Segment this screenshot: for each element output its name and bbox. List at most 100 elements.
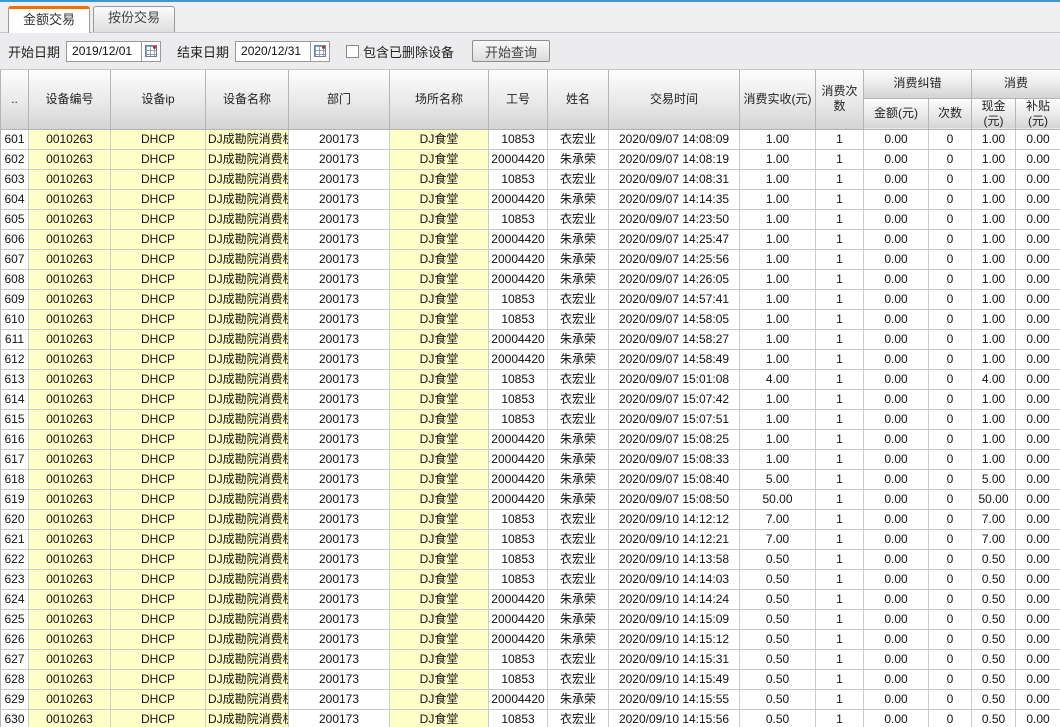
col-header-time[interactable]: 交易时间	[609, 70, 740, 129]
cell-device-no: 0010263	[29, 689, 111, 709]
table-row[interactable]: 6290010263DHCPDJ成勘院消费机200173DJ食堂20004420…	[1, 689, 1060, 709]
cell-index: 601	[1, 129, 29, 149]
cell-cash: 4.00	[972, 369, 1016, 389]
cell-correction-count: 0	[929, 349, 972, 369]
cell-emp-no: 10853	[489, 569, 548, 589]
cell-name: 衣宏业	[548, 709, 609, 727]
end-date-field: 2020/12/31	[235, 41, 330, 62]
cell-correction-amount: 0.00	[864, 529, 929, 549]
cell-count: 1	[816, 249, 864, 269]
tab-per-share-transactions[interactable]: 按份交易	[93, 6, 175, 32]
cell-device-name: DJ成勘院消费机	[206, 469, 289, 489]
table-row[interactable]: 6060010263DHCPDJ成勘院消费机200173DJ食堂20004420…	[1, 229, 1060, 249]
col-header-correction-amount[interactable]: 金额(元)	[864, 98, 929, 129]
cell-time: 2020/09/10 14:15:49	[609, 669, 740, 689]
table-row[interactable]: 6240010263DHCPDJ成勘院消费机200173DJ食堂20004420…	[1, 589, 1060, 609]
cell-time: 2020/09/07 14:23:50	[609, 209, 740, 229]
cell-cash: 5.00	[972, 469, 1016, 489]
table-row[interactable]: 6120010263DHCPDJ成勘院消费机200173DJ食堂20004420…	[1, 349, 1060, 369]
col-header-device-name[interactable]: 设备名称	[206, 70, 289, 129]
table-row[interactable]: 6200010263DHCPDJ成勘院消费机200173DJ食堂10853衣宏业…	[1, 509, 1060, 529]
table-row[interactable]: 6020010263DHCPDJ成勘院消费机200173DJ食堂20004420…	[1, 149, 1060, 169]
cell-correction-amount: 0.00	[864, 349, 929, 369]
table-row[interactable]: 6230010263DHCPDJ成勘院消费机200173DJ食堂10853衣宏业…	[1, 569, 1060, 589]
col-header-subsidy[interactable]: 补贴(元)	[1016, 98, 1060, 129]
cell-amount-received: 7.00	[740, 509, 816, 529]
cell-subsidy: 0.00	[1016, 169, 1060, 189]
table-row[interactable]: 6140010263DHCPDJ成勘院消费机200173DJ食堂10853衣宏业…	[1, 389, 1060, 409]
table-row[interactable]: 6180010263DHCPDJ成勘院消费机200173DJ食堂20004420…	[1, 469, 1060, 489]
cell-device-name: DJ成勘院消费机	[206, 269, 289, 289]
table-row[interactable]: 6210010263DHCPDJ成勘院消费机200173DJ食堂10853衣宏业…	[1, 529, 1060, 549]
table-row[interactable]: 6160010263DHCPDJ成勘院消费机200173DJ食堂20004420…	[1, 429, 1060, 449]
cell-device-name: DJ成勘院消费机	[206, 509, 289, 529]
col-header-amount-received[interactable]: 消费实收(元)	[740, 70, 816, 129]
col-header-name[interactable]: 姓名	[548, 70, 609, 129]
cell-emp-no: 10853	[489, 669, 548, 689]
cell-correction-amount: 0.00	[864, 409, 929, 429]
cell-dept: 200173	[289, 189, 390, 209]
table-row[interactable]: 6260010263DHCPDJ成勘院消费机200173DJ食堂20004420…	[1, 629, 1060, 649]
col-header-cash[interactable]: 现金(元)	[972, 98, 1016, 129]
table-row[interactable]: 6090010263DHCPDJ成勘院消费机200173DJ食堂10853衣宏业…	[1, 289, 1060, 309]
cell-correction-count: 0	[929, 129, 972, 149]
cell-subsidy: 0.00	[1016, 349, 1060, 369]
cell-device-no: 0010263	[29, 129, 111, 149]
cell-dept: 200173	[289, 229, 390, 249]
table-row[interactable]: 6150010263DHCPDJ成勘院消费机200173DJ食堂10853衣宏业…	[1, 409, 1060, 429]
table-row[interactable]: 6220010263DHCPDJ成勘院消费机200173DJ食堂10853衣宏业…	[1, 549, 1060, 569]
cell-count: 1	[816, 529, 864, 549]
tab-amount-transactions[interactable]: 金额交易	[8, 6, 90, 33]
cell-device-ip: DHCP	[111, 449, 206, 469]
col-header-index[interactable]: ..	[1, 70, 29, 129]
start-date-calendar-button[interactable]	[141, 42, 160, 61]
table-row[interactable]: 6080010263DHCPDJ成勘院消费机200173DJ食堂20004420…	[1, 269, 1060, 289]
table-row[interactable]: 6100010263DHCPDJ成勘院消费机200173DJ食堂10853衣宏业…	[1, 309, 1060, 329]
table-row[interactable]: 6130010263DHCPDJ成勘院消费机200173DJ食堂10853衣宏业…	[1, 369, 1060, 389]
end-date-calendar-button[interactable]	[310, 42, 329, 61]
table-row[interactable]: 6030010263DHCPDJ成勘院消费机200173DJ食堂10853衣宏业…	[1, 169, 1060, 189]
col-header-place[interactable]: 场所名称	[390, 70, 489, 129]
table-row[interactable]: 6110010263DHCPDJ成勘院消费机200173DJ食堂20004420…	[1, 329, 1060, 349]
col-header-emp-no[interactable]: 工号	[489, 70, 548, 129]
table-row[interactable]: 6280010263DHCPDJ成勘院消费机200173DJ食堂10853衣宏业…	[1, 669, 1060, 689]
cell-dept: 200173	[289, 169, 390, 189]
cell-device-ip: DHCP	[111, 129, 206, 149]
start-date-input[interactable]: 2019/12/01	[67, 42, 141, 61]
cell-place: DJ食堂	[390, 329, 489, 349]
table-row[interactable]: 6250010263DHCPDJ成勘院消费机200173DJ食堂20004420…	[1, 609, 1060, 629]
table-row[interactable]: 6040010263DHCPDJ成勘院消费机200173DJ食堂20004420…	[1, 189, 1060, 209]
table-row[interactable]: 6300010263DHCPDJ成勘院消费机200173DJ食堂10853衣宏业…	[1, 709, 1060, 727]
cell-emp-no: 20004420	[489, 229, 548, 249]
start-query-button[interactable]: 开始查询	[472, 40, 550, 62]
cell-amount-received: 1.00	[740, 409, 816, 429]
table-row[interactable]: 6010010263DHCPDJ成勘院消费机200173DJ食堂10853衣宏业…	[1, 129, 1060, 149]
cell-subsidy: 0.00	[1016, 549, 1060, 569]
cell-device-ip: DHCP	[111, 469, 206, 489]
table-row[interactable]: 6050010263DHCPDJ成勘院消费机200173DJ食堂10853衣宏业…	[1, 209, 1060, 229]
cell-emp-no: 20004420	[489, 249, 548, 269]
cell-correction-amount: 0.00	[864, 269, 929, 289]
cell-dept: 200173	[289, 369, 390, 389]
table-row[interactable]: 6190010263DHCPDJ成勘院消费机200173DJ食堂20004420…	[1, 489, 1060, 509]
col-header-dept[interactable]: 部门	[289, 70, 390, 129]
cell-time: 2020/09/10 14:12:21	[609, 529, 740, 549]
table-row[interactable]: 6270010263DHCPDJ成勘院消费机200173DJ食堂10853衣宏业…	[1, 649, 1060, 669]
col-header-correction-count[interactable]: 次数	[929, 98, 972, 129]
col-header-device-ip[interactable]: 设备ip	[111, 70, 206, 129]
cell-subsidy: 0.00	[1016, 189, 1060, 209]
cell-correction-amount: 0.00	[864, 549, 929, 569]
col-header-device-no[interactable]: 设备编号	[29, 70, 111, 129]
col-header-count[interactable]: 消费次数	[816, 70, 864, 129]
cell-index: 621	[1, 529, 29, 549]
cell-correction-count: 0	[929, 329, 972, 349]
cell-device-ip: DHCP	[111, 589, 206, 609]
cell-device-name: DJ成勘院消费机	[206, 489, 289, 509]
include-deleted-devices-checkbox[interactable]	[346, 45, 359, 58]
group-header-correction: 消费纠错	[864, 70, 972, 98]
table-row[interactable]: 6070010263DHCPDJ成勘院消费机200173DJ食堂20004420…	[1, 249, 1060, 269]
cell-subsidy: 0.00	[1016, 149, 1060, 169]
end-date-input[interactable]: 2020/12/31	[236, 42, 310, 61]
cell-dept: 200173	[289, 709, 390, 727]
table-row[interactable]: 6170010263DHCPDJ成勘院消费机200173DJ食堂20004420…	[1, 449, 1060, 469]
